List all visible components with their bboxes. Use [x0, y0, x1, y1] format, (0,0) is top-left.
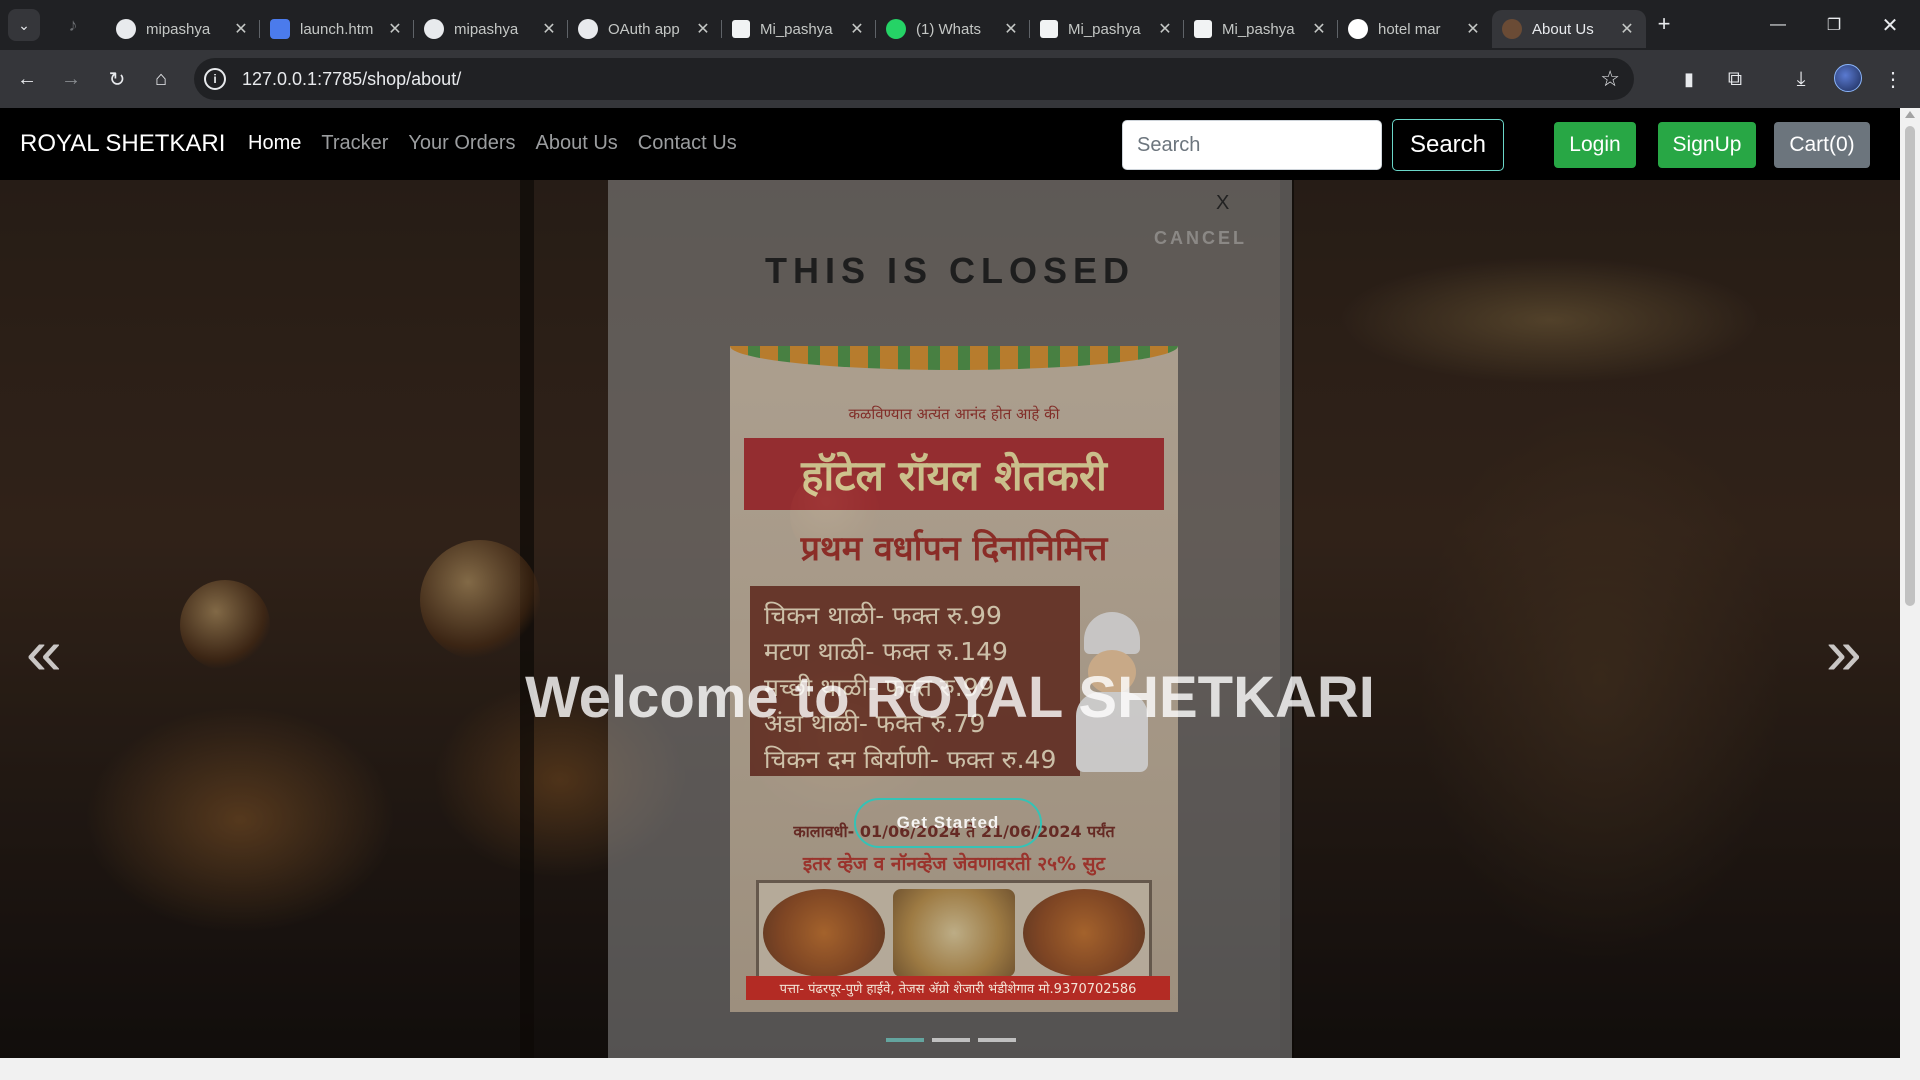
tab-title: launch.htm [300, 20, 374, 38]
browser-tab[interactable]: mipashya ✕ [106, 10, 260, 48]
tab-close-icon[interactable]: ✕ [232, 19, 250, 39]
nav-link-home[interactable]: Home [248, 132, 301, 155]
nav-link-your-orders[interactable]: Your Orders [408, 132, 515, 155]
github-icon [424, 19, 444, 39]
browser-tab[interactable]: mipashya ✕ [414, 10, 568, 48]
hero-title: Welcome to ROYAL SHETKARI [525, 665, 1375, 730]
food-photo [763, 889, 885, 977]
poster-hotel-name: हॉटेल रॉयल शेतकरी [744, 438, 1164, 510]
back-icon[interactable]: ← [10, 62, 44, 96]
get-started-button[interactable]: Get Started [854, 798, 1042, 848]
restore-icon[interactable]: ❐ [1806, 0, 1862, 50]
close-window-icon[interactable]: ✕ [1862, 0, 1918, 50]
tab-close-icon[interactable]: ✕ [386, 19, 404, 39]
site-navbar: ROYAL SHETKARI Home Tracker Your Orders Abo… [0, 108, 1900, 180]
site-icon [732, 20, 750, 38]
tab-list: mipashya ✕ launch.htm ✕ mipashya ✕ OAuth app ✕ M… [106, 6, 1646, 50]
browser-tab[interactable]: About Us ✕ [1492, 10, 1646, 48]
scroll-up-icon[interactable] [1905, 111, 1915, 118]
download-icon[interactable]: ⤓ [1784, 62, 1818, 96]
tab-title: Mi_pashya [1068, 20, 1141, 38]
poster-menu-item: मटण थाळी- फक्त रु.149 [764, 637, 1008, 666]
app-icon [270, 19, 290, 39]
modal-close-button[interactable]: X [1216, 192, 1229, 215]
restaurant-icon [1502, 19, 1522, 39]
tab-title: mipashya [146, 20, 211, 38]
tab-close-icon[interactable]: ✕ [1618, 19, 1636, 39]
bookmark-star-icon[interactable]: ☆ [1600, 66, 1620, 92]
tab-title: hotel mar [1378, 20, 1441, 38]
tab-title: Mi_pashya [760, 20, 833, 38]
minimize-icon[interactable]: — [1750, 0, 1806, 50]
site-info-icon[interactable]: i [204, 68, 226, 90]
poster-food-photos [756, 880, 1152, 986]
browser-tab[interactable]: Mi_pashya ✕ [722, 10, 876, 48]
browser-tab[interactable]: Mi_pashya ✕ [1030, 10, 1184, 48]
site-icon [1040, 20, 1058, 38]
scroll-thumb[interactable] [1905, 126, 1915, 606]
modal-heading: THIS IS CLOSED [764, 250, 1136, 291]
reload-icon[interactable]: ↻ [100, 62, 134, 96]
nav-link-about-us[interactable]: About Us [536, 132, 618, 155]
garland-decoration [730, 346, 1178, 370]
profile-avatar[interactable] [1834, 64, 1862, 92]
github-icon [116, 19, 136, 39]
vertical-scrollbar[interactable] [1900, 108, 1920, 1080]
poster-occasion: प्रथम वर्धापन दिनानिमित्त [800, 529, 1108, 569]
menu-kebab-icon[interactable]: ⋮ [1876, 62, 1910, 96]
search-input[interactable] [1122, 120, 1382, 170]
address-bar[interactable]: i 127.0.0.1:7785/shop/about/ ☆ [194, 58, 1634, 100]
tab-close-icon[interactable]: ✕ [540, 19, 558, 39]
signup-button[interactable]: SignUp [1658, 122, 1756, 168]
poster-tagline: कळविण्यात अत्यंत आनंद होत आहे की [848, 405, 1060, 423]
browser-tab[interactable]: (1) Whats ✕ [876, 10, 1030, 48]
poster-offer: इतर व्हेज व नॉनव्हेज जेवणावरती २५% सुट [802, 853, 1106, 875]
tab-close-icon[interactable]: ✕ [694, 19, 712, 39]
sidebar-icon[interactable]: ▮ [1672, 62, 1706, 96]
tab-title: About Us [1532, 20, 1594, 38]
search-button[interactable]: Search [1392, 119, 1504, 171]
browser-tab[interactable]: OAuth app ✕ [568, 10, 722, 48]
whatsapp-icon [886, 19, 906, 39]
tab-title: Mi_pashya [1222, 20, 1295, 38]
nav-link-contact-us[interactable]: Contact Us [638, 132, 737, 155]
new-tab-icon[interactable]: + [1650, 10, 1678, 38]
tab-close-icon[interactable]: ✕ [1464, 19, 1482, 39]
nav-link-tracker[interactable]: Tracker [321, 132, 388, 155]
tab-title: OAuth app [608, 20, 680, 38]
horizontal-scrollbar[interactable] [0, 1058, 1900, 1080]
forward-icon[interactable]: → [54, 62, 88, 96]
cart-button[interactable]: Cart(0) [1774, 122, 1870, 168]
home-icon[interactable]: ⌂ [144, 62, 178, 96]
browser-tabstrip: ⌄ ♪ mipashya ✕ launch.htm ✕ mipashya ✕ OAuth a… [0, 0, 1920, 50]
food-photo [893, 889, 1015, 977]
poster-menu-item: चिकन थाळी- फक्त रु.99 [764, 601, 1002, 630]
poster-menu-item: चिकन दम बिर्याणी- फक्त रु.49 [764, 745, 1057, 774]
modal-cancel-button[interactable]: CANCEL [1154, 228, 1247, 249]
tab-title: mipashya [454, 20, 519, 38]
tab-close-icon[interactable]: ✕ [848, 19, 866, 39]
browser-tab[interactable]: launch.htm ✕ [260, 10, 414, 48]
food-photo [1023, 889, 1145, 977]
browser-toolbar: ← → ↻ ⌂ i 127.0.0.1:7785/shop/about/ ☆ ▮… [0, 50, 1920, 108]
extensions-icon[interactable]: ⧉ [1718, 62, 1752, 96]
address-url[interactable]: 127.0.0.1:7785/shop/about/ [242, 69, 461, 90]
tab-title: (1) Whats [916, 20, 982, 38]
poster-address: पत्ता- पंढरपूर-पुणे हाईवे, तेजस ॲग्रो शे… [746, 976, 1170, 1000]
site-icon [1194, 20, 1212, 38]
tab-close-icon[interactable]: ✕ [1156, 19, 1174, 39]
tab-close-icon[interactable]: ✕ [1002, 19, 1020, 39]
tab-search-icon[interactable]: ⌄ [8, 9, 40, 41]
nav-links: Home Tracker Your Orders About Us Contact Us [248, 132, 757, 155]
github-icon [578, 19, 598, 39]
pinned-tab-icon[interactable]: ♪ [60, 12, 86, 38]
site-brand[interactable]: ROYAL SHETKARI [20, 130, 225, 158]
google-icon [1348, 19, 1368, 39]
browser-tab[interactable]: Mi_pashya ✕ [1184, 10, 1338, 48]
tab-close-icon[interactable]: ✕ [1310, 19, 1328, 39]
browser-tab[interactable]: hotel mar ✕ [1338, 10, 1492, 48]
login-button[interactable]: Login [1554, 122, 1636, 168]
web-page: ROYAL SHETKARI Home Tracker Your Orders Abo… [0, 108, 1900, 1080]
